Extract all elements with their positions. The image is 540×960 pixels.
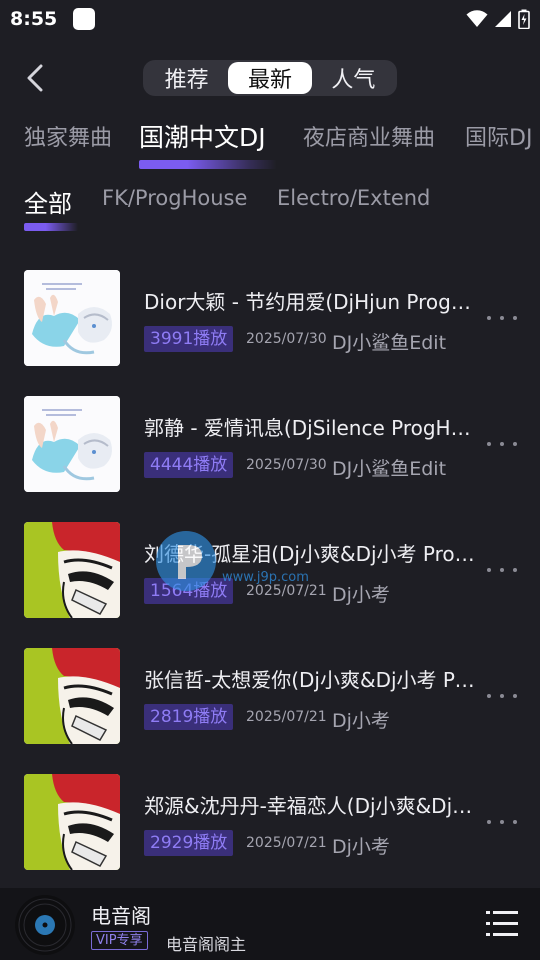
tab-recommended[interactable]: 推荐 xyxy=(145,62,228,94)
song-row[interactable]: Dior大颖 - 节约用爱(DjHjun ProgHouse Mix) 3991… xyxy=(0,270,540,396)
more-dot xyxy=(513,820,517,824)
player-title: 电音阁 xyxy=(91,904,151,928)
song-title: 刘德华-孤星泪(Dj小爽&Dj小考 ProgHouse Mix) xyxy=(144,542,476,566)
mustache-man-cover xyxy=(24,522,120,618)
more-dot xyxy=(500,442,504,446)
song-date: 2025/07/30 xyxy=(246,457,327,473)
tab-popular[interactable]: 人气 xyxy=(312,62,395,94)
back-button[interactable] xyxy=(20,62,50,94)
more-dot xyxy=(513,694,517,698)
more-options-button[interactable] xyxy=(484,810,520,834)
more-dot xyxy=(500,694,504,698)
subcategory-active-indicator xyxy=(24,223,78,231)
battery-icon xyxy=(518,9,530,29)
song-title: 郑源&沈丹丹-幸福恋人(Dj小爽&Dj小考 ProgHouse Mix) xyxy=(144,794,476,818)
category-tab-nightclub[interactable]: 夜店商业舞曲 xyxy=(303,120,435,152)
more-options-button[interactable] xyxy=(484,558,520,582)
subcategory-tabs: 全部 FK/ProgHouse Electro/Extend xyxy=(0,186,540,226)
subcategory-tab-all[interactable]: 全部 xyxy=(24,184,72,219)
more-dot xyxy=(500,568,504,572)
play-count-badge: 2819播放 xyxy=(144,704,234,730)
chevron-left-icon xyxy=(27,64,43,92)
tab-latest[interactable]: 最新 xyxy=(228,62,312,94)
sort-segmented-control: 推荐 最新 人气 xyxy=(143,60,397,96)
mustache-man-cover xyxy=(24,648,120,744)
more-dot xyxy=(513,442,517,446)
song-date: 2025/07/21 xyxy=(246,583,327,599)
more-dots-icon xyxy=(487,568,491,572)
player-subtitle: 电音阁阁主 xyxy=(166,935,247,954)
song-artist: DJ小鲨鱼Edit xyxy=(332,458,447,480)
song-row[interactable]: 郑源&沈丹丹-幸福恋人(Dj小爽&Dj小考 ProgHouse Mix) 292… xyxy=(0,774,540,900)
more-dots-icon xyxy=(487,820,491,824)
category-active-indicator xyxy=(139,160,277,169)
more-options-button[interactable] xyxy=(484,432,520,456)
subcategory-tab-fk-proghouse[interactable]: FK/ProgHouse xyxy=(102,186,247,210)
mustache-man-cover xyxy=(24,774,120,870)
more-options-button[interactable] xyxy=(484,684,520,708)
notification-app-icon xyxy=(73,8,96,30)
song-title: 张信哲-太想爱你(Dj小爽&Dj小考 ProgHouse Mix) xyxy=(144,668,476,692)
anime-girl-cover xyxy=(24,270,120,366)
wifi-icon xyxy=(466,10,488,27)
song-date: 2025/07/21 xyxy=(246,835,327,851)
song-artist: Dj小考 xyxy=(332,836,390,858)
song-title: 郭静 - 爱情讯息(DjSilence ProgHouse Mix) xyxy=(144,416,476,440)
more-dots-icon xyxy=(487,694,491,698)
play-count-badge: 3991播放 xyxy=(144,326,234,352)
more-dots-icon xyxy=(487,316,491,320)
song-artist: Dj小考 xyxy=(332,584,390,606)
more-options-button[interactable] xyxy=(484,306,520,330)
category-tab-chinese-dj[interactable]: 国潮中文DJ xyxy=(139,120,266,154)
song-row[interactable]: 刘德华-孤星泪(Dj小爽&Dj小考 ProgHouse Mix) 1564播放 … xyxy=(0,522,540,648)
more-dot xyxy=(500,316,504,320)
song-date: 2025/07/30 xyxy=(246,331,327,347)
play-count-badge: 2929播放 xyxy=(144,830,234,856)
song-row[interactable]: 张信哲-太想爱你(Dj小爽&Dj小考 ProgHouse Mix) 2819播放… xyxy=(0,648,540,774)
song-title: Dior大颖 - 节约用爱(DjHjun ProgHouse Mix) xyxy=(144,290,476,314)
more-dot xyxy=(513,316,517,320)
status-icons xyxy=(466,9,530,29)
vip-badge: VIP专享 xyxy=(91,931,148,950)
category-tab-international[interactable]: 国际DJ xyxy=(465,120,532,152)
cellular-signal-icon xyxy=(495,11,511,27)
song-artist: DJ小鲨鱼Edit xyxy=(332,332,447,354)
song-artist: Dj小考 xyxy=(332,710,390,732)
play-count-badge: 4444播放 xyxy=(144,452,234,478)
subcategory-tab-electro-extend[interactable]: Electro/Extend xyxy=(277,186,430,210)
status-bar: 8:55 xyxy=(0,0,540,38)
playlist-icon[interactable] xyxy=(484,908,520,940)
song-date: 2025/07/21 xyxy=(246,709,327,725)
header: 推荐 最新 人气 xyxy=(0,58,540,98)
song-list: Dior大颖 - 节约用爱(DjHjun ProgHouse Mix) 3991… xyxy=(0,270,540,900)
status-time: 8:55 xyxy=(10,8,58,30)
play-count-badge: 1564播放 xyxy=(144,578,234,604)
more-dots-icon xyxy=(487,442,491,446)
anime-girl-cover xyxy=(24,396,120,492)
more-dot xyxy=(500,820,504,824)
more-dot xyxy=(513,568,517,572)
song-row[interactable]: 郭静 - 爱情讯息(DjSilence ProgHouse Mix) 4444播… xyxy=(0,396,540,522)
vinyl-disc-icon[interactable] xyxy=(14,894,76,956)
category-tab-exclusive[interactable]: 独家舞曲 xyxy=(24,120,112,152)
mini-player[interactable]: 电音阁 VIP专享 电音阁阁主 xyxy=(0,888,540,960)
